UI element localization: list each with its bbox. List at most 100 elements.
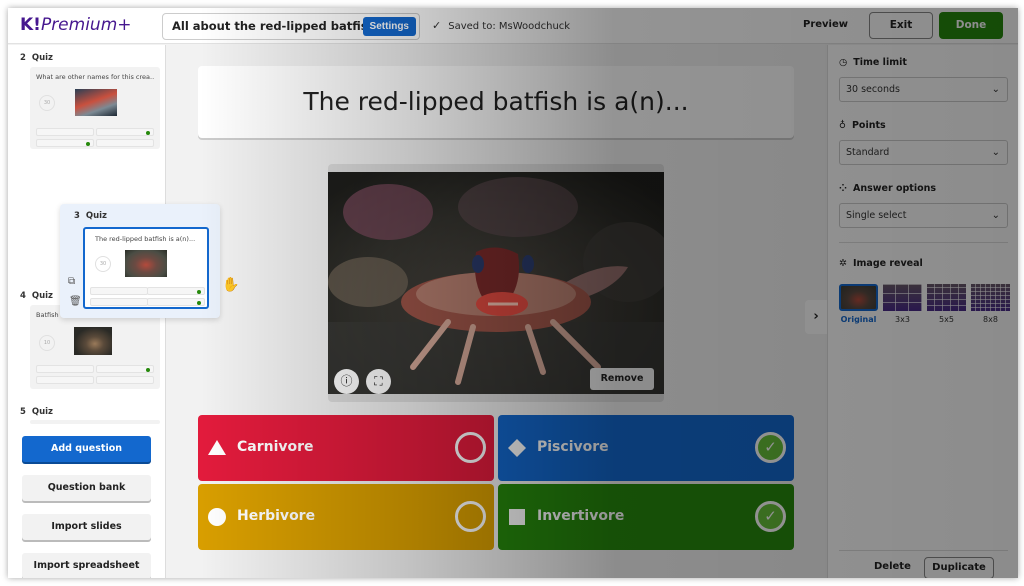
coral [458,177,578,237]
answer-3-text: Herbivore [237,508,316,524]
question-bank-button[interactable]: Question bank [22,475,151,501]
answer-placeholder [96,139,154,147]
image-info-button[interactable]: ⓘ [334,369,359,394]
circle-icon [208,508,226,526]
divider [839,550,1008,551]
points-value: Standard [846,147,890,158]
correct-dot [146,368,150,372]
slide-5-thumbnail[interactable] [30,420,160,424]
reveal-option-original[interactable] [839,284,878,311]
remove-image-button[interactable]: Remove [590,368,654,390]
slide-sidebar: 2 Quiz What are other names for this cre… [8,45,239,578]
image-crop-button[interactable]: ⛶ [366,369,391,394]
save-status: ✓ Saved to: MsWoodchuck [432,19,570,32]
question-editor: The red-lipped batfish is a(n)... ⓘ ⛶ Re… [167,45,827,578]
time-limit-select[interactable]: 30 seconds ⌄ [839,77,1008,102]
reveal-option-5x5[interactable] [927,284,966,311]
slide-image [75,89,117,116]
reveal-label-8x8: 8x8 [983,315,998,324]
add-question-button[interactable]: Add question [22,436,151,462]
app-window: K!Premium+ All about the red-lipped batf… [8,8,1018,578]
exit-button[interactable]: Exit [869,12,933,39]
slide-2-label: 2 Quiz [20,53,53,63]
top-bar: K!Premium+ All about the red-lipped batf… [8,8,1018,44]
shapes-icon: ⁘ [839,183,847,194]
slide-2-thumbnail[interactable]: What are other names for this crea... 30 [30,67,160,149]
points-select[interactable]: Standard ⌄ [839,140,1008,165]
answer-4-text: Invertivore [537,508,625,524]
timer-badge: 30 [39,95,55,111]
medal-icon: ♁ [839,120,846,131]
correct-toggle[interactable] [455,432,486,463]
save-status-text: Saved to: MsWoodchuck [448,21,571,32]
chevron-right-icon: › [813,309,819,324]
reveal-label-original: Original [840,315,877,324]
checkmark-icon: ✓ [764,507,777,525]
answer-options-label: ⁘ Answer options [839,183,937,194]
chevron-down-icon: ⌄ [991,210,1000,221]
import-spreadsheet-button[interactable]: Import spreadsheet [22,553,151,578]
kahoot-premium-logo[interactable]: K!Premium+ [20,15,132,35]
answer-placeholder [96,376,154,384]
logo-text: Premium+ [40,15,132,35]
slide-4-label: 4 Quiz [20,291,53,301]
answer-placeholder [36,365,94,373]
batfish-photo [328,172,664,394]
answer-placeholder [36,376,94,384]
slide-3-label: 3 Quiz [74,211,107,221]
answer-options-select[interactable]: Single select ⌄ [839,203,1008,228]
answer-1-text: Carnivore [237,439,314,455]
duplicate-question-button[interactable]: Duplicate [924,557,994,578]
answer-placeholder [36,139,94,147]
answer-4[interactable]: Invertivore ✓ [498,484,794,550]
magic-wand-icon: ✲ [839,258,847,269]
question-text: The red-lipped batfish is a(n)... [303,87,689,116]
time-limit-value: 30 seconds [846,84,900,95]
trash-icon[interactable]: 🗑 [69,296,82,307]
check-icon: ✓ [432,19,442,32]
points-label: ♁ Points [839,120,886,131]
checkmark-icon: ✓ [764,438,777,456]
kahoot-title: All about the red-lipped batfish [172,19,376,33]
answer-2-text: Piscivore [537,439,609,455]
batfish-image [328,172,664,394]
answer-placeholder [96,365,154,373]
reveal-option-3x3[interactable] [883,284,922,311]
triangle-icon [208,440,226,455]
correct-toggle[interactable] [455,501,486,532]
question-input[interactable]: The red-lipped batfish is a(n)... [198,66,794,138]
import-slides-button[interactable]: Import slides [22,514,151,540]
answer-placeholder [36,128,94,136]
diamond-icon [508,439,526,457]
timer-badge: 30 [95,256,111,272]
answer-1[interactable]: Carnivore [198,415,494,481]
slide-image [74,327,112,355]
chevron-down-icon: ⌄ [991,84,1000,95]
delete-question-button[interactable]: Delete [874,561,911,572]
slide-question: What are other names for this crea... [36,73,154,81]
correct-toggle-checked[interactable]: ✓ [755,432,786,463]
correct-dot [146,131,150,135]
crop-icon: ⛶ [374,374,383,388]
answer-placeholder [90,287,148,295]
preview-button[interactable]: Preview [803,19,848,30]
done-button[interactable]: Done [939,12,1003,39]
image-reveal-label: ✲ Image reveal [839,258,923,269]
duplicate-icon[interactable]: ⧉ [68,276,75,287]
correct-toggle-checked[interactable]: ✓ [755,501,786,532]
answer-3[interactable]: Herbivore [198,484,494,550]
settings-button[interactable]: Settings [362,17,416,36]
divider [839,242,1008,243]
collapse-panel-button[interactable]: › [805,300,827,334]
clock-icon: ◷ [839,57,848,68]
kahoot-title-field[interactable]: All about the red-lipped batfish Setting… [162,13,420,40]
square-icon [509,509,525,525]
info-icon: ⓘ [340,374,353,388]
reveal-label-3x3: 3x3 [895,315,910,324]
correct-dot [86,142,90,146]
slide-5-label: 5 Quiz [20,407,53,417]
coral [343,184,433,240]
reveal-option-8x8[interactable] [971,284,1010,311]
answer-2[interactable]: Piscivore ✓ [498,415,794,481]
question-settings-panel: ◷ Time limit 30 seconds ⌄ ♁ Points Standard… [827,45,1018,578]
